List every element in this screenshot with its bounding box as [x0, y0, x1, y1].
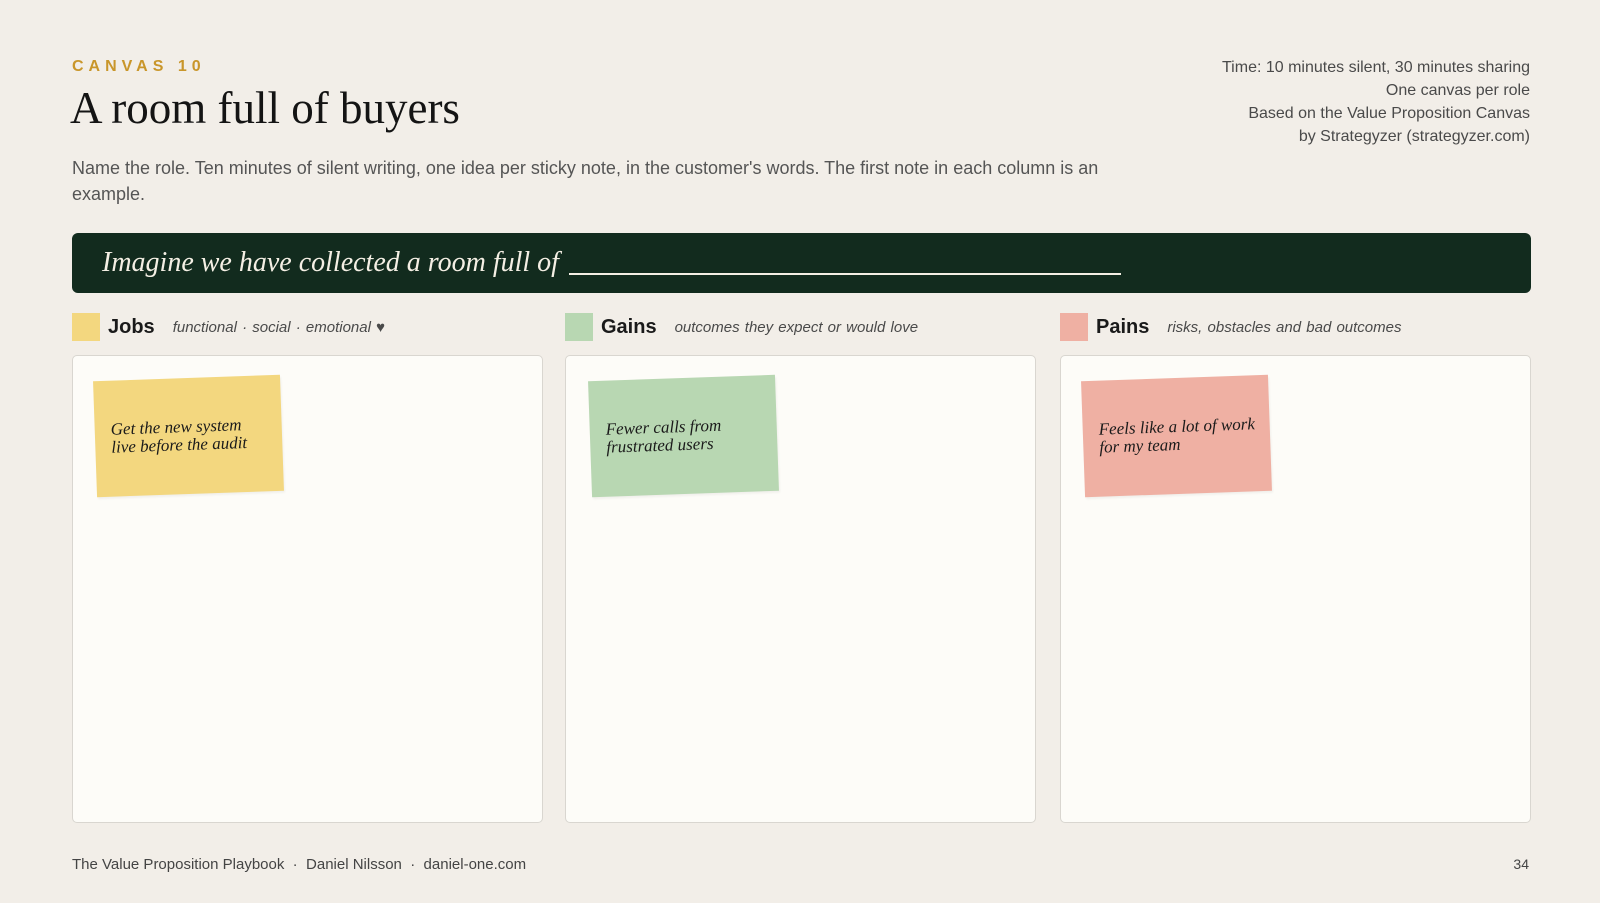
prompt-banner: Imagine we have collected a room full of: [72, 233, 1531, 293]
gains-subtitle: outcomes they expect or would love: [674, 318, 919, 336]
footer-credits: The Value Proposition Playbook · Daniel …: [72, 856, 527, 873]
pains-sticky-note[interactable]: Feels like a lot of work for my team: [1081, 374, 1272, 498]
meta-time: Time: 10 minutes silent, 30 minutes shar…: [1222, 59, 1530, 76]
page-number: 34: [1513, 856, 1529, 872]
banner-text: Imagine we have collected a room full of: [102, 247, 559, 278]
gains-sticky-note[interactable]: Fewer calls from frustrated users: [588, 374, 779, 498]
instructions: Name the role. Ten minutes of silent wri…: [72, 158, 1099, 204]
jobs-subtitle: functional · social · emotional ♥: [172, 318, 386, 336]
jobs-panel[interactable]: Get the new system live before the audit: [72, 355, 543, 823]
canvas-eyebrow: CANVAS 10: [72, 58, 206, 75]
banner-blank-line: [568, 273, 1121, 275]
jobs-sticky-note[interactable]: Get the new system live before the audit: [93, 374, 284, 498]
pains-subtitle: risks, obstacles and bad outcomes: [1167, 318, 1402, 336]
jobs-title: Jobs: [108, 315, 155, 338]
pains-panel[interactable]: Feels like a lot of work for my team: [1060, 355, 1531, 823]
jobs-swatch: [72, 313, 100, 341]
pains-swatch: [1060, 313, 1088, 341]
meta-info: Time: 10 minutes silent, 30 minutes shar…: [1010, 56, 1530, 148]
pains-title: Pains: [1096, 315, 1150, 338]
meta-based-on: Based on the Value Proposition Canvas: [1248, 105, 1530, 122]
column-header-jobs: Jobs functional · social · emotional ♥: [72, 312, 385, 342]
column-header-pains: Pains risks, obstacles and bad outcomes: [1060, 312, 1401, 342]
meta-attribution: by Strategyzer (strategyzer.com): [1298, 128, 1530, 145]
column-header-gains: Gains outcomes they expect or would love: [565, 312, 918, 342]
gains-panel[interactable]: Fewer calls from frustrated users: [565, 355, 1036, 823]
gains-title: Gains: [601, 315, 657, 338]
gains-swatch: [565, 313, 593, 341]
page-title: A room full of buyers: [70, 83, 460, 133]
meta-role: One canvas per role: [1385, 82, 1530, 99]
